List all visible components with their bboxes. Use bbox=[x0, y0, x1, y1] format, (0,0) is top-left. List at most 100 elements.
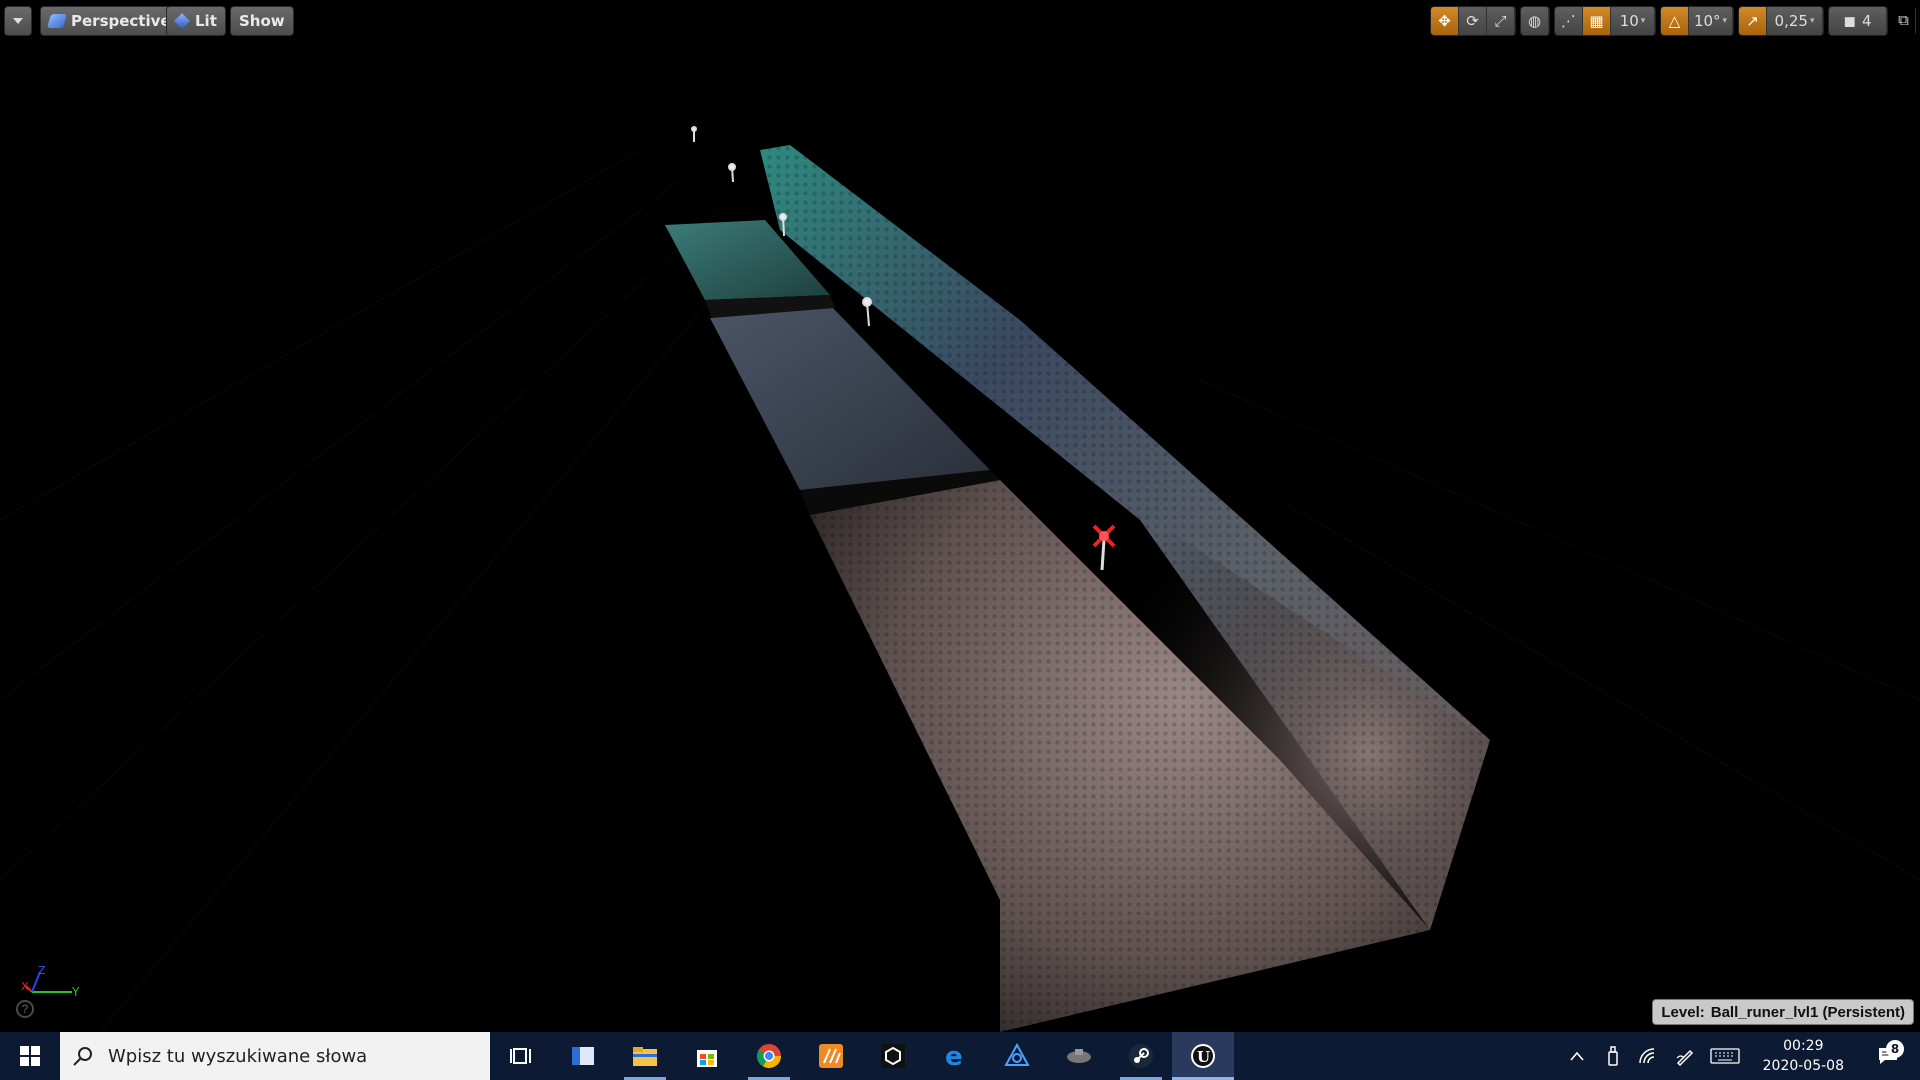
taskbar-app-window[interactable] bbox=[552, 1032, 614, 1080]
steam-icon bbox=[1129, 1044, 1153, 1068]
action-center-button[interactable]: 8 bbox=[1866, 1040, 1910, 1066]
app-window-icon bbox=[572, 1047, 594, 1065]
system-tray: 00:29 2020-05-08 8 bbox=[1565, 1032, 1920, 1080]
world-space-button[interactable]: ◍ bbox=[1521, 7, 1549, 35]
rotation-snap-group: △ 10° ▾ bbox=[1660, 6, 1734, 36]
help-icon[interactable]: ? bbox=[16, 1000, 34, 1018]
scale-snap-toggle[interactable]: ↗ bbox=[1739, 7, 1767, 35]
folder-icon bbox=[633, 1047, 657, 1066]
taskbar-file-explorer[interactable] bbox=[614, 1032, 676, 1080]
transform-mode-group: ✥ ⟳ ⤢ bbox=[1430, 6, 1516, 36]
point-light-icon[interactable] bbox=[728, 163, 736, 183]
notification-count-badge: 8 bbox=[1886, 1040, 1904, 1058]
axis-y-label: Y bbox=[71, 985, 80, 999]
search-placeholder: Wpisz tu wyszukiwane słowa bbox=[108, 1045, 368, 1067]
taskbar-search-box[interactable]: Wpisz tu wyszukiwane słowa bbox=[60, 1032, 490, 1080]
rotate-mode-button[interactable]: ⟳ bbox=[1459, 7, 1487, 35]
search-icon bbox=[73, 1047, 92, 1066]
axis-z-label: Z bbox=[38, 964, 46, 977]
taskbar-chrome[interactable] bbox=[738, 1032, 800, 1080]
maximize-icon: ⧉ bbox=[1898, 11, 1909, 29]
touch-keyboard-button[interactable] bbox=[1709, 1044, 1741, 1068]
show-label: Show bbox=[239, 12, 285, 30]
usb-device-button[interactable] bbox=[1601, 1044, 1625, 1068]
viewport-options-button[interactable] bbox=[4, 6, 32, 36]
start-button[interactable] bbox=[0, 1032, 60, 1080]
usb-drive-icon bbox=[1607, 1046, 1618, 1066]
creative-app-icon bbox=[1004, 1043, 1030, 1066]
chevron-down-icon bbox=[13, 18, 23, 24]
edge-icon: e bbox=[945, 1043, 963, 1069]
show-hidden-icons-button[interactable] bbox=[1565, 1044, 1589, 1068]
taskbar-creative-app[interactable] bbox=[986, 1032, 1048, 1080]
point-light-icon[interactable] bbox=[691, 126, 697, 142]
coordinate-space-group: ◍ bbox=[1520, 6, 1550, 36]
camera-icon: ◼ bbox=[1843, 12, 1856, 30]
translate-mode-button[interactable]: ✥ bbox=[1431, 7, 1459, 35]
perspective-button[interactable]: Perspective bbox=[40, 6, 180, 36]
lit-cube-icon bbox=[174, 13, 190, 29]
wifi-icon bbox=[1638, 1048, 1654, 1064]
taskbar-edge[interactable]: e bbox=[924, 1032, 986, 1080]
scale-mode-button[interactable]: ⤢ bbox=[1487, 7, 1515, 35]
scale-snap-icon: ↗ bbox=[1746, 12, 1759, 30]
rotate-icon: ⟳ bbox=[1466, 12, 1479, 30]
maximize-viewport-button[interactable]: ⧉ bbox=[1892, 6, 1916, 34]
camera-speed-group: ◼ 4 bbox=[1828, 6, 1888, 36]
game-app-icon bbox=[1067, 1049, 1091, 1063]
scale-snap-value: 0,25 bbox=[1774, 12, 1808, 30]
current-level-label: Level: Ball_runer_lvl1 (Persistent) bbox=[1652, 999, 1914, 1025]
transform-toolbar: ✥ ⟳ ⤢ ◍ ⋰ ▦ 10 ▾ △ 10° ▾ ↗ 0,25 ▾ ◼ 4 ⧉ bbox=[1430, 6, 1916, 36]
rotation-snap-toggle[interactable]: △ bbox=[1661, 7, 1689, 35]
grid-icon: ▦ bbox=[1589, 12, 1604, 30]
lit-button[interactable]: Lit bbox=[166, 6, 226, 36]
level-viewport[interactable]: Perspective Lit Show ✥ ⟳ ⤢ ◍ ⋰ ▦ 10 ▾ △ … bbox=[0, 0, 1920, 1032]
level-prefix: Level: bbox=[1661, 1003, 1705, 1021]
task-view-button[interactable] bbox=[490, 1032, 552, 1080]
rotation-snap-value: 10° bbox=[1693, 12, 1721, 30]
grid-snap-value-button[interactable]: 10 ▾ bbox=[1611, 7, 1655, 35]
grid-snap-toggle[interactable]: ▦ bbox=[1583, 7, 1611, 35]
rotation-snap-value-button[interactable]: 10° ▾ bbox=[1689, 7, 1733, 35]
app-root: Perspective Lit Show ✥ ⟳ ⤢ ◍ ⋰ ▦ 10 ▾ △ … bbox=[0, 0, 1920, 1080]
clock-button[interactable]: 00:29 2020-05-08 bbox=[1753, 1036, 1854, 1076]
clock-date: 2020-05-08 bbox=[1762, 1058, 1844, 1074]
taskbar-steam[interactable] bbox=[1110, 1032, 1172, 1080]
scale-snap-group: ↗ 0,25 ▾ bbox=[1738, 6, 1824, 36]
chevron-up-icon bbox=[1570, 1051, 1584, 1061]
perspective-icon bbox=[47, 14, 67, 28]
windows-logo-icon bbox=[20, 1046, 40, 1066]
pen-workspace-button[interactable] bbox=[1673, 1044, 1697, 1068]
taskbar-substance-app[interactable] bbox=[800, 1032, 862, 1080]
task-view-icon bbox=[510, 1048, 531, 1064]
taskbar-unreal-engine[interactable]: U bbox=[1172, 1032, 1234, 1080]
svg-text:U: U bbox=[1197, 1048, 1210, 1066]
camera-speed-button[interactable]: ◼ 4 bbox=[1829, 7, 1887, 35]
axis-x-label: X bbox=[21, 980, 29, 993]
show-button[interactable]: Show bbox=[230, 6, 294, 36]
unity-icon bbox=[881, 1044, 905, 1068]
scale-snap-value-button[interactable]: 0,25 ▾ bbox=[1767, 7, 1823, 35]
substance-icon bbox=[819, 1044, 843, 1068]
unreal-engine-icon: U bbox=[1191, 1044, 1215, 1068]
scale-icon: ⤢ bbox=[1494, 12, 1507, 30]
surface-snap-icon: ⋰ bbox=[1561, 12, 1576, 30]
chrome-icon bbox=[756, 1044, 781, 1069]
globe-icon: ◍ bbox=[1527, 12, 1542, 30]
taskbar-game-app[interactable] bbox=[1048, 1032, 1110, 1080]
clock-time: 00:29 bbox=[1783, 1038, 1824, 1054]
svg-text:e: e bbox=[945, 1043, 963, 1069]
viewport-scene[interactable] bbox=[0, 0, 1920, 1032]
surface-snap-button[interactable]: ⋰ bbox=[1555, 7, 1583, 35]
move-arrows-icon: ✥ bbox=[1438, 12, 1451, 30]
point-light-icon[interactable] bbox=[862, 297, 872, 327]
grid-snap-value: 10 bbox=[1619, 12, 1639, 30]
wifi-button[interactable] bbox=[1637, 1044, 1661, 1068]
level-name: Ball_runer_lvl1 (Persistent) bbox=[1710, 1003, 1905, 1021]
lit-label: Lit bbox=[195, 12, 217, 30]
grid-snap-group: ⋰ ▦ 10 ▾ bbox=[1554, 6, 1656, 36]
camera-speed-value: 4 bbox=[1861, 12, 1872, 30]
taskbar-microsoft-store[interactable] bbox=[676, 1032, 738, 1080]
angle-icon: △ bbox=[1668, 12, 1681, 30]
taskbar-unity[interactable] bbox=[862, 1032, 924, 1080]
